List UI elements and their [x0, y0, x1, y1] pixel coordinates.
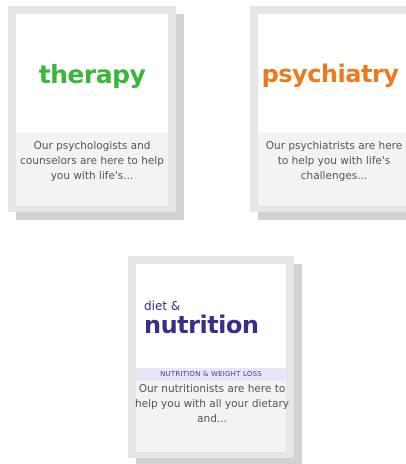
nutrition-logo: nutrition [144, 311, 259, 339]
therapy-description: Our psychologists and counselors are her… [20, 140, 164, 182]
nutrition-description: Our nutritionists are here to help you w… [135, 383, 289, 425]
therapy-card[interactable]: therapy Our psychologists and counselors… [8, 6, 176, 212]
psychiatry-card[interactable]: psychiatry Our psychiatrists are here to… [250, 6, 406, 212]
psychiatry-logo: psychiatry [261, 60, 399, 88]
therapy-logo: therapy [38, 60, 146, 89]
category-badge: NUTRITION & WEIGHT LOSS [136, 368, 286, 381]
psychiatry-description: Our psychiatrists are here to help you w… [265, 140, 403, 182]
nutrition-card[interactable]: diet & nutrition NUTRITION & WEIGHT LOSS… [128, 256, 294, 458]
